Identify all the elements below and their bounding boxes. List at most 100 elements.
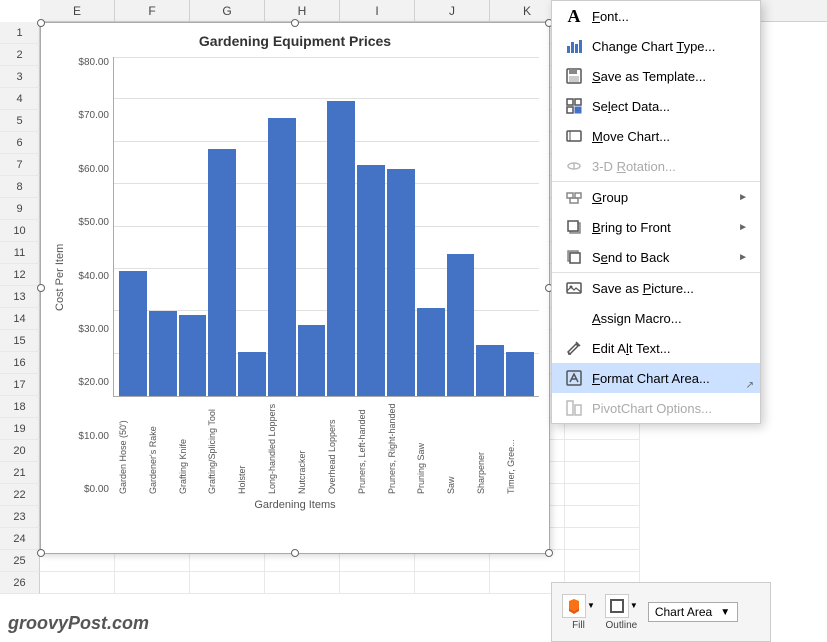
cursor-indicator: ↗: [746, 380, 754, 391]
3d-rotation-icon: [564, 156, 584, 176]
group-icon: [564, 187, 584, 207]
menu-item-move-chart[interactable]: Move Chart...: [552, 121, 760, 151]
save-as-template-icon: [564, 66, 584, 86]
row-header: 8: [0, 176, 40, 198]
context-menu: A Font... Change Chart Type... Save as T…: [551, 0, 761, 424]
chart-handle-bottomleft[interactable]: [37, 549, 45, 557]
bar-gardeners-rake: [149, 311, 177, 396]
row-header: 2: [0, 44, 40, 66]
group-arrow: ►: [738, 192, 748, 203]
x-label: Pruning Saw: [416, 397, 444, 497]
menu-item-3d-rotation: 3-D Rotation...: [552, 151, 760, 181]
menu-item-change-chart-type[interactable]: Change Chart Type...: [552, 31, 760, 61]
bottom-toolbar: ▼ Fill ▼ Outline Chart Area ▼: [551, 582, 771, 642]
col-header-j: J: [415, 0, 490, 21]
menu-item-format-chart-area[interactable]: Format Chart Area... ↗: [552, 363, 760, 393]
chart-handle-bottom[interactable]: [291, 549, 299, 557]
bars-grid: [113, 57, 539, 397]
fill-dropdown-arrow[interactable]: ▼: [587, 601, 595, 610]
row-header: 10: [0, 220, 40, 242]
outline-icon-row: ▼: [605, 594, 638, 618]
row-header: 11: [0, 242, 40, 264]
menu-item-select-data[interactable]: Select Data...: [552, 91, 760, 121]
send-to-back-icon: [564, 247, 584, 267]
move-chart-icon: [564, 126, 584, 146]
row-header: 23: [0, 506, 40, 528]
menu-item-font[interactable]: A Font...: [552, 1, 760, 31]
bar-sharpener: [476, 345, 504, 396]
bar-pruning-saw: [417, 308, 445, 396]
y-tick: $60.00: [69, 164, 113, 175]
x-label: Saw: [446, 397, 474, 497]
col-header-h: H: [265, 0, 340, 21]
menu-item-send-to-back[interactable]: Send to Back ►: [552, 242, 760, 272]
chart-container[interactable]: Gardening Equipment Prices Cost Per Item…: [40, 22, 550, 554]
chart-area-value: Chart Area: [655, 605, 712, 619]
x-label: Pruners, Left-handed: [357, 397, 385, 497]
chart-handle-left[interactable]: [37, 284, 45, 292]
outline-label: Outline: [606, 620, 638, 631]
menu-item-save-as-picture[interactable]: Save as Picture...: [552, 273, 760, 303]
watermark: groovyPost.com: [8, 613, 149, 634]
chart-handle-bottomright[interactable]: [545, 549, 553, 557]
edit-alt-text-icon: [564, 338, 584, 358]
row-header: 3: [0, 66, 40, 88]
chart-handle-top[interactable]: [291, 19, 299, 27]
menu-item-pivotchart-options: PivotChart Options...: [552, 393, 760, 423]
menu-item-edit-alt-text[interactable]: Edit Alt Text...: [552, 333, 760, 363]
chart-area-select[interactable]: Chart Area ▼: [648, 602, 738, 622]
chart-handle-topleft[interactable]: [37, 19, 45, 27]
fill-button[interactable]: [562, 594, 586, 618]
bar-grafting-splicing-tool: [208, 149, 236, 396]
menu-label-group: Group: [592, 190, 738, 205]
y-tick: $0.00: [69, 484, 113, 495]
bar-garden-hose: [119, 271, 147, 396]
spreadsheet: E F G H I J K N 1 2 3 4 5 6 7 8 9 10 11 …: [0, 0, 827, 642]
row-header: 26: [0, 572, 40, 594]
row-header: 7: [0, 154, 40, 176]
menu-label-save-as-template: Save as Template...: [592, 69, 748, 84]
chart-title: Gardening Equipment Prices: [51, 33, 539, 49]
y-tick: $70.00: [69, 110, 113, 121]
menu-label-3d-rotation: 3-D Rotation...: [592, 159, 748, 174]
x-label: Garden Hose (50'): [118, 397, 146, 497]
x-label: Overhead Loppers: [327, 397, 355, 497]
menu-label-save-as-picture: Save as Picture...: [592, 281, 748, 296]
y-axis: $80.00 $70.00 $60.00 $50.00 $40.00 $30.0…: [69, 57, 113, 497]
x-label: Long-handled Loppers: [267, 397, 295, 497]
y-tick: $40.00: [69, 271, 113, 282]
row-header: 17: [0, 374, 40, 396]
row-header: 16: [0, 352, 40, 374]
x-label: Holster: [237, 397, 265, 497]
menu-label-edit-alt-text: Edit Alt Text...: [592, 341, 748, 356]
format-chart-area-icon: [564, 368, 584, 388]
bar-pruners-lefthanded: [357, 165, 385, 396]
row-header: 13: [0, 286, 40, 308]
fill-icon-row: ▼: [562, 594, 595, 618]
menu-item-bring-to-front[interactable]: Bring to Front ►: [552, 212, 760, 242]
row-header: 22: [0, 484, 40, 506]
row-header: 1: [0, 22, 40, 44]
outline-dropdown-arrow[interactable]: ▼: [630, 601, 638, 610]
menu-label-change-chart-type: Change Chart Type...: [592, 39, 748, 54]
row-header: 21: [0, 462, 40, 484]
bar-grafting-knife: [179, 315, 207, 396]
bars-row: [114, 57, 539, 396]
menu-item-group[interactable]: Group ►: [552, 182, 760, 212]
menu-item-save-as-template[interactable]: Save as Template...: [552, 61, 760, 91]
menu-label-assign-macro: Assign Macro...: [592, 311, 748, 326]
select-data-icon: [564, 96, 584, 116]
x-labels: Garden Hose (50') Gardener's Rake Grafti…: [113, 397, 539, 497]
x-label: Pruners, Right-handed: [387, 397, 415, 497]
send-to-back-arrow: ►: [738, 252, 748, 263]
col-header-g: G: [190, 0, 265, 21]
outline-button[interactable]: [605, 594, 629, 618]
col-header-f: F: [115, 0, 190, 21]
menu-item-assign-macro[interactable]: Assign Macro...: [552, 303, 760, 333]
assign-macro-icon: [564, 308, 584, 328]
menu-label-font: Font...: [592, 9, 748, 24]
row-header: 24: [0, 528, 40, 550]
row-header: 6: [0, 132, 40, 154]
y-tick: $80.00: [69, 57, 113, 68]
x-label: Timer, Gree...: [506, 397, 534, 497]
